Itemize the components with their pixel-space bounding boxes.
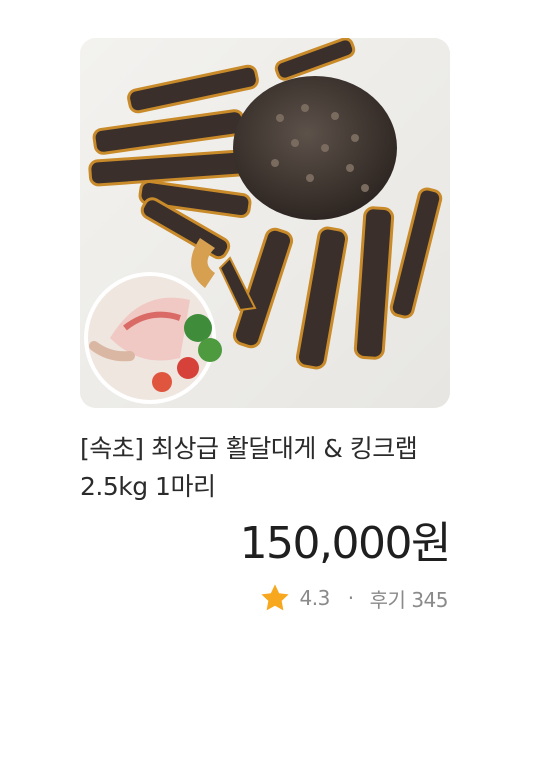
rating-review-row: 4.3 · 후기 345 bbox=[259, 581, 449, 615]
crab-illustration bbox=[80, 38, 450, 408]
review-count[interactable]: 후기 345 bbox=[370, 584, 449, 613]
rating-value: 4.3 bbox=[299, 586, 330, 610]
product-title[interactable]: [속초] 최상급 활달대게 & 킹크랩 2.5kg 1마리 bbox=[80, 430, 450, 506]
separator-dot: · bbox=[347, 586, 354, 610]
product-price: 150,000원 bbox=[239, 518, 452, 569]
star-icon bbox=[259, 582, 291, 614]
product-card[interactable]: [속초] 최상급 활달대게 & 킹크랩 2.5kg 1마리 150,000원 4… bbox=[80, 38, 452, 638]
product-image[interactable] bbox=[80, 38, 450, 408]
